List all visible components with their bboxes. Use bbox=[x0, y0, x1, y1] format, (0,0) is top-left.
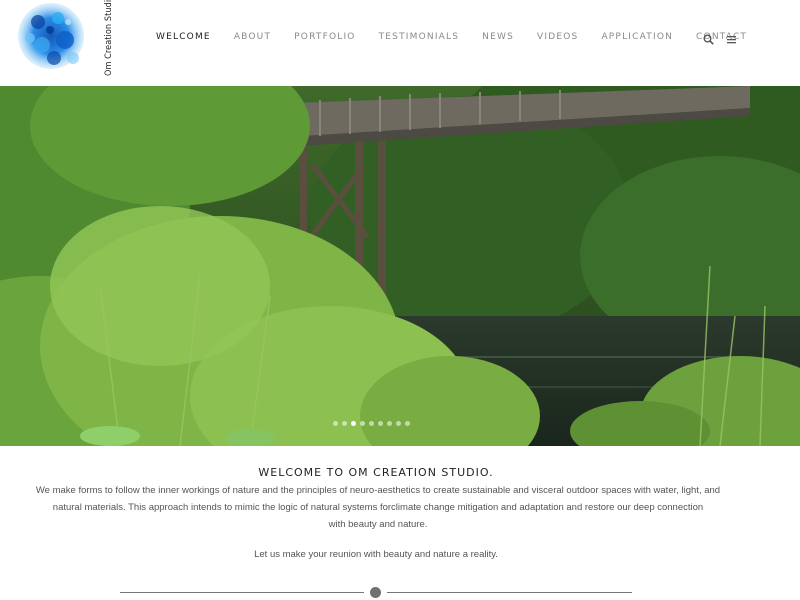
nav-item-portfolio[interactable]: PORTFOLIO bbox=[294, 32, 355, 42]
hamburger-menu-icon[interactable] bbox=[726, 32, 737, 44]
intro-line: We make forms to follow the inner workin… bbox=[35, 485, 721, 496]
intro-paragraph: We make forms to follow the inner workin… bbox=[28, 482, 728, 533]
cta-text: Let us make your reunion with beauty and… bbox=[254, 549, 498, 560]
slider-dot[interactable] bbox=[387, 421, 392, 426]
nav-item-videos[interactable]: VIDEOS bbox=[537, 32, 578, 42]
divider-right bbox=[387, 592, 632, 593]
section-title: WELCOME TO OM CREATION STUDIO. bbox=[258, 466, 494, 479]
logo-mark-icon bbox=[18, 3, 84, 69]
nav-item-application[interactable]: APPLICATION bbox=[601, 32, 673, 42]
intro-line: natural materials. This approach intends… bbox=[52, 502, 704, 513]
logo[interactable]: Om Creation Studio, LLC bbox=[18, 0, 114, 80]
slider-dot[interactable] bbox=[342, 421, 347, 426]
slider-dot[interactable] bbox=[360, 421, 365, 426]
hero-image bbox=[0, 86, 800, 446]
slider-dot[interactable] bbox=[333, 421, 338, 426]
logo-text: Om Creation Studio, LLC bbox=[104, 0, 114, 76]
hero-slider[interactable] bbox=[0, 86, 800, 446]
slider-dots bbox=[333, 421, 410, 427]
nav-item-about[interactable]: ABOUT bbox=[234, 32, 271, 42]
search-icon[interactable] bbox=[703, 32, 714, 45]
divider-dot-icon bbox=[370, 587, 381, 598]
nav-item-news[interactable]: NEWS bbox=[482, 32, 514, 42]
nav-item-testimonials[interactable]: TESTIMONIALS bbox=[379, 32, 460, 42]
main-nav: WELCOME ABOUT PORTFOLIO TESTIMONIALS NEW… bbox=[156, 31, 770, 43]
slider-dot[interactable] bbox=[396, 421, 401, 426]
divider-left bbox=[120, 592, 364, 593]
slider-dot[interactable] bbox=[405, 421, 410, 426]
slider-dot[interactable] bbox=[369, 421, 374, 426]
nav-item-welcome[interactable]: WELCOME bbox=[156, 32, 211, 42]
slider-dot[interactable] bbox=[378, 421, 383, 426]
intro-line: with beauty and nature. bbox=[328, 519, 428, 530]
site-header: Om Creation Studio, LLC WELCOME ABOUT PO… bbox=[0, 0, 800, 86]
slider-dot-active[interactable] bbox=[351, 421, 356, 426]
